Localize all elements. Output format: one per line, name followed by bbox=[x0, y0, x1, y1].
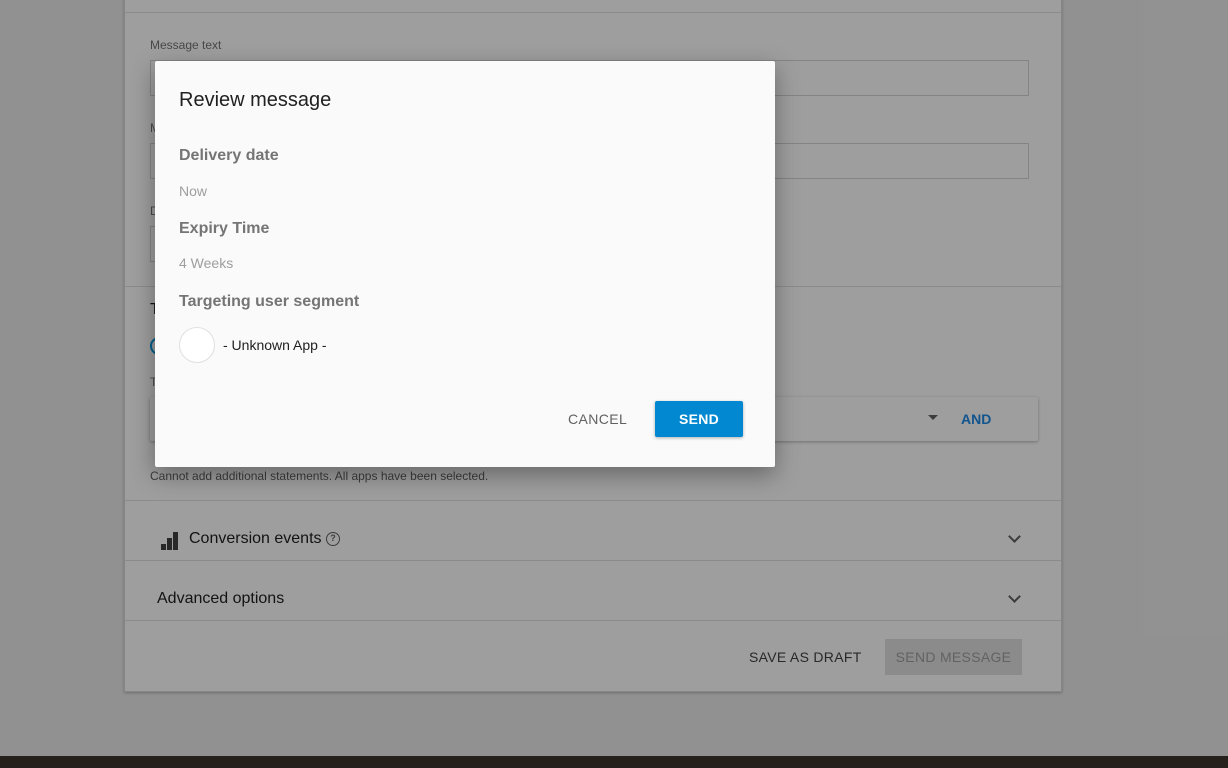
targeting-segment-heading: Targeting user segment bbox=[179, 293, 360, 310]
delivery-date-value: Now bbox=[179, 183, 208, 199]
cancel-button[interactable]: CANCEL bbox=[568, 411, 627, 427]
expiry-time-value: 4 Weeks bbox=[179, 255, 234, 271]
send-button[interactable]: SEND bbox=[655, 401, 743, 437]
review-message-dialog: Review message Delivery date Now Expiry … bbox=[155, 61, 775, 467]
expiry-time-heading: Expiry Time bbox=[179, 220, 270, 237]
dialog-title: Review message bbox=[179, 89, 332, 111]
app-name: - Unknown App - bbox=[223, 337, 327, 353]
delivery-date-heading: Delivery date bbox=[179, 147, 279, 164]
app-avatar bbox=[179, 327, 215, 363]
